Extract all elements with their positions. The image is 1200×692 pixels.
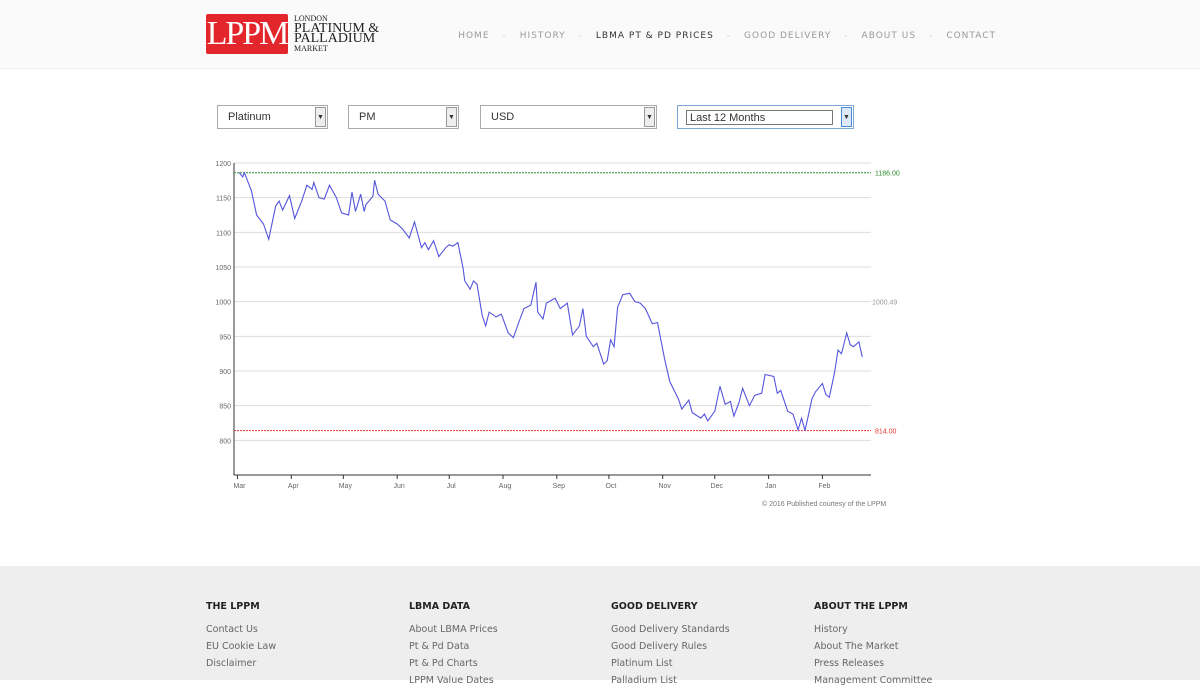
footer-link[interactable]: LPPM Value Dates	[409, 675, 498, 686]
reference-label: 1000.49	[872, 299, 897, 306]
footer-link[interactable]: Management Committee	[814, 675, 932, 686]
footer-column: ABOUT THE LPPM History About The Market Pre…	[814, 601, 932, 692]
footer-link[interactable]: History	[814, 624, 932, 635]
x-tick-label: Aug	[499, 483, 512, 490]
y-tick-label: 1200	[215, 161, 231, 168]
footer-link[interactable]: Disclaimer	[206, 658, 276, 669]
reference-label: 814.00	[875, 429, 897, 436]
x-tick-label: Jan	[765, 483, 776, 490]
x-tick-label: Oct	[605, 483, 616, 490]
copyright-note: © 2016 Published courtesy of the LPPM	[762, 501, 887, 508]
footer-column-title: THE LPPM	[206, 601, 260, 612]
footer-link[interactable]: Good Delivery Standards	[611, 624, 730, 635]
x-tick-label: Sep	[553, 483, 566, 490]
footer-column: GOOD DELIVERY Good Delivery Standards Good…	[611, 601, 730, 692]
footer-link[interactable]: Platinum List	[611, 658, 730, 669]
x-tick-label: Jul	[447, 483, 456, 490]
x-tick-label: Feb	[818, 483, 830, 490]
reference-label: 1186.00	[875, 171, 900, 178]
x-tick-label: May	[339, 483, 353, 490]
footer-link[interactable]: Good Delivery Rules	[611, 641, 730, 652]
footer-link[interactable]: About LBMA Prices	[409, 624, 498, 635]
y-tick-label: 900	[219, 369, 231, 376]
y-tick-label: 800	[219, 438, 231, 445]
footer-link[interactable]: Palladium List	[611, 675, 730, 686]
footer-link[interactable]: About The Market	[814, 641, 932, 652]
x-tick-label: Jun	[394, 483, 405, 490]
x-tick-label: Nov	[658, 483, 671, 490]
footer-column-title: LBMA DATA	[409, 601, 471, 612]
footer-link[interactable]: Press Releases	[814, 658, 932, 669]
footer-link[interactable]: Pt & Pd Charts	[409, 658, 498, 669]
y-tick-label: 850	[219, 404, 231, 411]
footer-link[interactable]: Pt & Pd Data	[409, 641, 498, 652]
footer-column-title: GOOD DELIVERY	[611, 601, 698, 612]
footer-link[interactable]: EU Cookie Law	[206, 641, 276, 652]
x-tick-label: Mar	[233, 483, 246, 490]
footer-link[interactable]: Contact Us	[206, 624, 276, 635]
x-tick-label: Dec	[711, 483, 724, 490]
y-tick-label: 1000	[215, 300, 231, 307]
footer-column: THE LPPM Contact Us EU Cookie Law Disclaime…	[206, 601, 276, 675]
x-tick-label: Apr	[288, 483, 300, 490]
footer-column: LBMA DATA About LBMA Prices Pt & Pd Data Pt…	[409, 601, 498, 692]
y-tick-label: 1150	[216, 196, 231, 203]
y-tick-label: 950	[219, 334, 231, 341]
y-tick-label: 1050	[215, 265, 231, 272]
footer-column-title: ABOUT THE LPPM	[814, 601, 908, 612]
site-footer: THE LPPM Contact Us EU Cookie Law Disclaime…	[0, 566, 1200, 686]
y-tick-label: 1100	[216, 230, 231, 237]
